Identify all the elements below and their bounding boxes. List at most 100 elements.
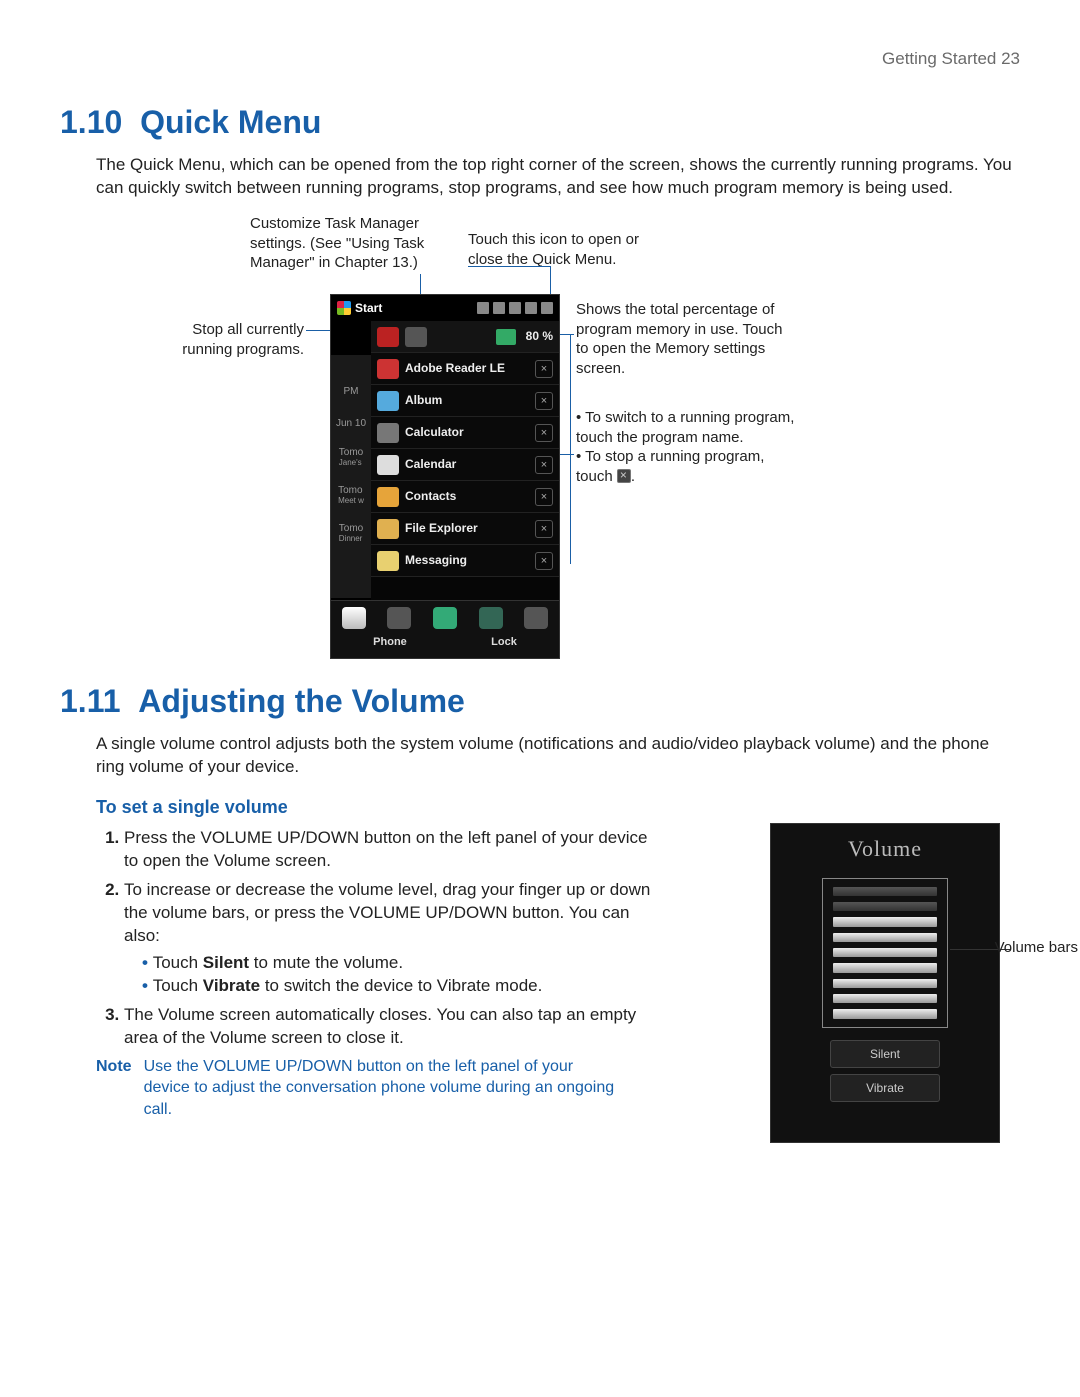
callout-customize: Customize Task Manager settings. (See "U… — [250, 214, 450, 273]
app-row[interactable]: File Explorer × — [371, 513, 559, 545]
step-2a: Touch Silent to mute the volume. — [142, 952, 656, 975]
section-title: Quick Menu — [140, 104, 321, 140]
volume-icon — [509, 302, 521, 314]
status-icon — [477, 302, 489, 314]
app-row[interactable]: Calculator × — [371, 417, 559, 449]
app-row[interactable]: Calendar × — [371, 449, 559, 481]
contacts-icon — [377, 487, 399, 507]
quickmenu-figure: Customize Task Manager settings. (See "U… — [60, 214, 1020, 674]
callout-stopall: Stop all currently running programs. — [154, 320, 304, 359]
left-t1: Tomo — [339, 447, 363, 458]
app-label[interactable]: Album — [405, 392, 529, 408]
close-icon[interactable]: × — [535, 392, 553, 410]
section-title: Adjusting the Volume — [138, 683, 465, 719]
t: to switch the device to Vibrate mode. — [260, 976, 542, 995]
close-icon[interactable]: × — [535, 456, 553, 474]
calendar-icon — [377, 455, 399, 475]
volume-bars-callout: Volume bars — [995, 939, 1078, 957]
battery-icon — [525, 302, 537, 314]
volume-screen: Volume Silent Vibrate — [770, 823, 1000, 1143]
memory-percent[interactable]: 80 % — [526, 328, 553, 344]
callout-switch-2a: To stop a running program, touch — [576, 448, 764, 485]
people-icon[interactable] — [387, 607, 411, 629]
windows-flag-icon — [337, 301, 351, 315]
sms-icon[interactable] — [433, 607, 457, 629]
close-icon[interactable]: × — [535, 552, 553, 570]
quickmenu-icon[interactable] — [541, 302, 553, 314]
app-label[interactable]: Messaging — [405, 552, 529, 568]
volume-bar[interactable] — [833, 917, 937, 926]
quickmenu-list: 80 % Adobe Reader LE × Album × Calculator ×… — [371, 321, 559, 600]
stop-all-icon[interactable] — [377, 327, 399, 347]
section-1-11-heading: 1.11 Adjusting the Volume — [60, 680, 1020, 723]
app-label[interactable]: Calendar — [405, 456, 529, 472]
volume-bar[interactable] — [833, 948, 937, 957]
volume-bar[interactable] — [833, 994, 937, 1003]
section-1-10-heading: 1.10 Quick Menu — [60, 101, 1020, 144]
app-label[interactable]: Contacts — [405, 488, 529, 504]
section-number: 1.11 — [60, 683, 121, 719]
close-icon — [617, 469, 631, 483]
left-t2: Tomo — [338, 485, 362, 496]
mail-icon[interactable] — [479, 607, 503, 629]
start-label[interactable]: Start — [355, 300, 382, 316]
note-text: Use the VOLUME UP/DOWN button on the lef… — [144, 1056, 616, 1121]
left-t2b: Meet w — [338, 496, 364, 505]
app-label[interactable]: Adobe Reader LE — [405, 360, 529, 376]
callout-switch-2b: . — [631, 468, 635, 485]
left-t3b: Dinner — [339, 534, 363, 543]
silent-button[interactable]: Silent — [830, 1040, 940, 1068]
adobe-reader-icon — [377, 359, 399, 379]
phone-left-pane: PM Jun 10 TomoJane's TomoMeet w TomoDinn… — [331, 355, 371, 598]
quickmenu-header: 80 % — [371, 321, 559, 353]
left-t1b: Jane's — [339, 458, 362, 467]
left-pm: PM — [344, 385, 359, 399]
app-label[interactable]: File Explorer — [405, 520, 529, 536]
softkey-lock[interactable]: Lock — [491, 635, 517, 650]
volume-bar[interactable] — [833, 963, 937, 972]
camera-icon[interactable] — [524, 607, 548, 629]
section-1-11-intro: A single volume control adjusts both the… — [96, 733, 1020, 779]
page-header: Getting Started 23 — [60, 48, 1020, 71]
app-row[interactable]: Messaging × — [371, 545, 559, 577]
volume-bar[interactable] — [833, 887, 937, 896]
app-row[interactable]: Contacts × — [371, 481, 559, 513]
volume-bar[interactable] — [833, 902, 937, 911]
softkey-phone[interactable]: Phone — [373, 635, 407, 650]
album-icon — [377, 391, 399, 411]
volume-bar[interactable] — [833, 1009, 937, 1018]
t: Touch — [153, 976, 203, 995]
phone-mock: Start PM Jun 10 TomoJane's TomoMeet w To… — [330, 294, 560, 659]
close-icon[interactable]: × — [535, 424, 553, 442]
t: Volume bars — [995, 939, 1078, 956]
close-icon[interactable]: × — [535, 488, 553, 506]
app-row[interactable]: Album × — [371, 385, 559, 417]
section-number: 1.10 — [60, 104, 122, 140]
note: Note Use the VOLUME UP/DOWN button on th… — [96, 1056, 616, 1121]
vibrate-bold: Vibrate — [203, 976, 260, 995]
calculator-icon — [377, 423, 399, 443]
gear-icon[interactable] — [405, 327, 427, 347]
callout-memory: Shows the total percentage of program me… — [576, 300, 786, 378]
app-row[interactable]: Adobe Reader LE × — [371, 353, 559, 385]
left-date: Jun 10 — [336, 417, 366, 431]
file-explorer-icon — [377, 519, 399, 539]
phone-topbar: Start — [331, 295, 559, 321]
volume-bar[interactable] — [833, 933, 937, 942]
close-icon[interactable]: × — [535, 520, 553, 538]
vibrate-button[interactable]: Vibrate — [830, 1074, 940, 1102]
subheading-set-volume: To set a single volume — [96, 795, 1020, 819]
phone-bottom-bar: Phone Lock — [331, 600, 559, 658]
section-1-10-intro: The Quick Menu, which can be opened from… — [96, 154, 1020, 200]
close-icon[interactable]: × — [535, 360, 553, 378]
step-1: Press the VOLUME UP/DOWN button on the l… — [124, 827, 656, 873]
home-icon[interactable] — [342, 607, 366, 629]
volume-bar[interactable] — [833, 979, 937, 988]
volume-steps: Press the VOLUME UP/DOWN button on the l… — [124, 827, 656, 1049]
volume-bars[interactable] — [822, 878, 948, 1028]
messaging-icon — [377, 551, 399, 571]
app-label[interactable]: Calculator — [405, 424, 529, 440]
memory-icon[interactable] — [496, 329, 516, 345]
callout-switch-1: To switch to a running program, touch th… — [576, 409, 794, 446]
step-3: The Volume screen automatically closes. … — [124, 1004, 656, 1050]
